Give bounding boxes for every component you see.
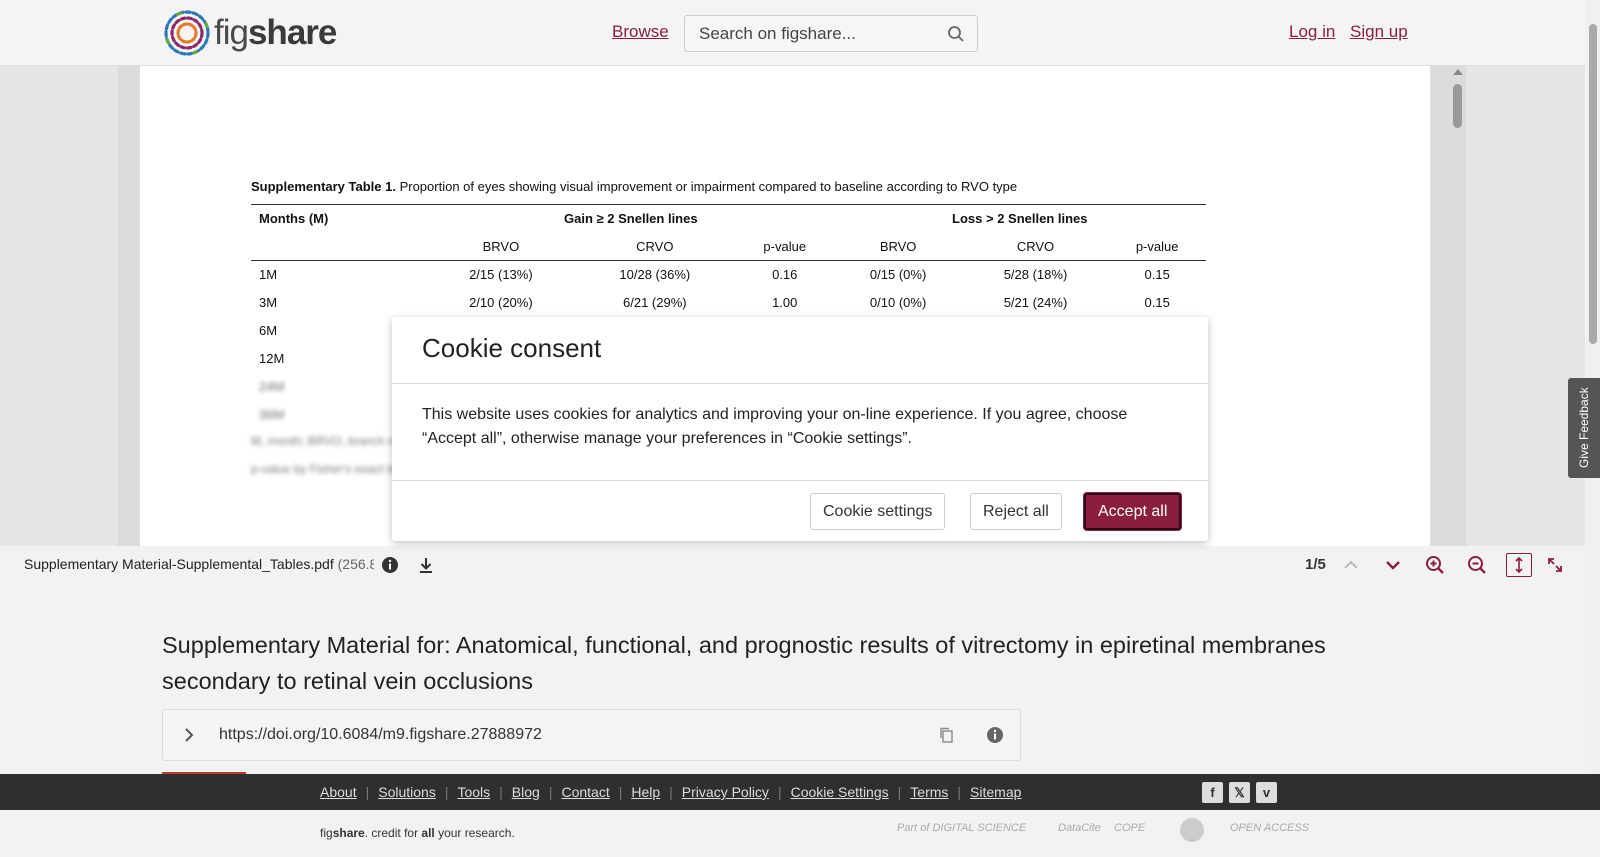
cookie-settings-button[interactable]: Cookie settings — [810, 493, 946, 530]
modal-title: Cookie consent — [422, 333, 602, 363]
modal-divider — [392, 480, 1208, 481]
accept-all-button[interactable]: Accept all — [1084, 493, 1182, 530]
modal-body: This website uses cookies for analytics … — [422, 406, 1128, 447]
cookie-consent-modal: Cookie consent This website uses cookies… — [392, 317, 1208, 541]
reject-all-button[interactable]: Reject all — [970, 493, 1062, 530]
modal-divider — [392, 383, 1208, 384]
